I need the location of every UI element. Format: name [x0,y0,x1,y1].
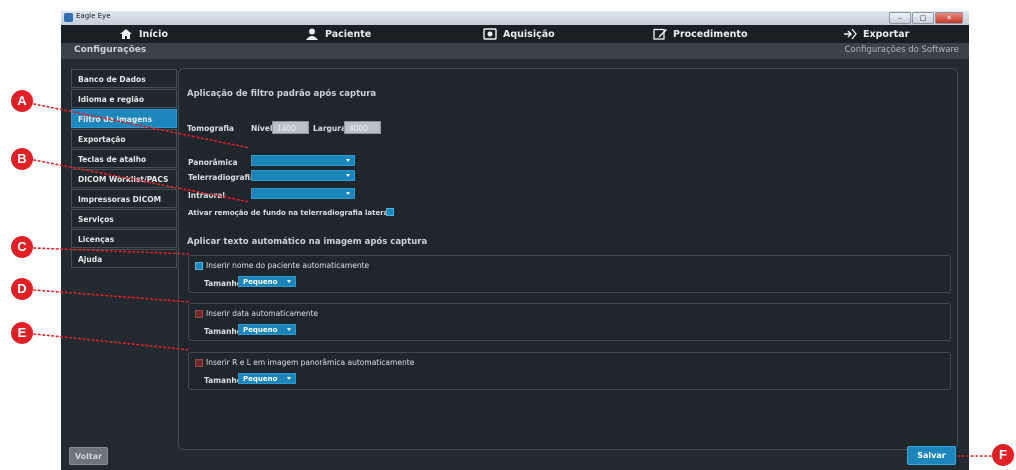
background-removal-label: Ativar remoção de fundo na telerradiogra… [188,209,391,217]
callout-a: A [11,90,33,112]
home-icon [120,29,132,39]
nivel-label: Nível [251,124,273,133]
intraoral-dropdown[interactable] [251,188,355,199]
sidebar-item-exportacao[interactable]: Exportação [71,129,177,148]
settings-panel: Aplicação de filtro padrão após captura … [178,68,958,450]
rl-marker-checkbox[interactable] [195,359,203,367]
camera-icon [483,28,497,40]
date-checkbox[interactable] [195,310,203,318]
patient-name-checkbox-label: Inserir nome do paciente automaticamente [206,261,370,270]
size-label: Tamanho [204,327,242,336]
nav-inicio-label: Início [139,28,168,40]
sidebar-item-licencas[interactable]: Licenças [71,229,177,248]
rl-marker-group: Inserir R e L em imagem panorâmica autom… [188,352,951,390]
largura-input[interactable]: 4000 [344,121,381,134]
sidebar-item-impressoras-dicom[interactable]: Impressoras DICOM [71,189,177,208]
nav-procedimento[interactable]: Procedimento [653,25,747,43]
panoramica-label: Panorâmica [188,158,238,167]
nav-paciente[interactable]: Paciente [305,25,371,43]
size-dropdown-value: Pequeno [243,278,278,286]
nav-aquisicao-label: Aquisição [503,28,555,40]
callout-c: C [11,236,33,258]
app-window: Eagle Eye – □ ✕ Início Paciente Aquisiçã… [61,11,969,470]
sidebar-item-dicom-worklist[interactable]: DICOM Worklist/PACS [71,169,177,188]
minimize-icon[interactable]: – [889,12,911,24]
sidebar-item-servicos[interactable]: Serviços [71,209,177,228]
back-button[interactable]: Voltar [69,447,108,465]
export-icon [844,28,857,40]
date-checkbox-label: Inserir data automaticamente [206,309,319,318]
breadcrumb: Configurações do Software [844,45,959,55]
nav-procedimento-label: Procedimento [673,28,748,40]
nivel-input[interactable]: 1400 [272,121,309,134]
app-icon [64,13,73,22]
size-dropdown[interactable]: Pequeno [238,373,296,384]
chevron-down-icon [287,280,291,283]
sub-header: Configurações Configurações do Software [61,43,969,59]
edit-icon [653,28,667,40]
chevron-down-icon [346,192,350,195]
date-group: Inserir data automaticamente Tamanho Peq… [188,303,951,341]
telerradiografia-label: Telerradiografia [188,173,256,182]
background-removal-checkbox[interactable] [386,208,394,216]
nav-exportar-label: Exportar [863,28,910,40]
callout-f: F [992,444,1014,466]
sidebar-item-banco-de-dados[interactable]: Banco de Dados [71,69,177,88]
largura-label: Largura [313,124,347,133]
save-button[interactable]: Salvar [907,446,956,465]
chevron-down-icon [346,159,350,162]
patient-name-group: Inserir nome do paciente automaticamente… [188,255,951,293]
main-nav: Início Paciente Aquisição Procedimento E… [61,25,969,43]
tomografia-label: Tomografia [187,124,234,133]
chevron-down-icon [287,377,291,380]
chevron-down-icon [287,328,291,331]
window-controls: – □ ✕ [889,12,963,24]
close-icon[interactable]: ✕ [935,12,963,24]
page-title: Configurações [74,45,147,55]
nav-aquisicao[interactable]: Aquisição [483,25,555,43]
callout-e: E [11,322,33,344]
filter-section-title: Aplicação de filtro padrão após captura [187,89,377,99]
window-title: Eagle Eye [76,12,111,20]
callout-b: B [11,148,33,170]
panoramica-dropdown[interactable] [251,155,355,166]
maximize-icon[interactable]: □ [912,12,934,24]
nav-exportar[interactable]: Exportar [843,25,909,43]
nav-inicio[interactable]: Início [119,25,168,43]
size-dropdown-value: Pequeno [243,326,278,334]
chevron-down-icon [346,174,350,177]
user-icon [306,28,318,40]
size-dropdown[interactable]: Pequeno [238,324,296,335]
telerradiografia-dropdown[interactable] [251,170,355,181]
rl-marker-checkbox-label: Inserir R e L em imagem panorâmica autom… [206,358,415,367]
patient-name-checkbox[interactable] [195,262,203,270]
size-dropdown[interactable]: Pequeno [238,276,296,287]
auto-text-section-title: Aplicar texto automático na imagem após … [187,237,428,247]
sidebar-item-idioma[interactable]: Idioma e região [71,89,177,108]
settings-sidebar: Banco de Dados Idioma e região Filtro de… [71,69,177,269]
nav-paciente-label: Paciente [325,28,372,40]
size-label: Tamanho [204,376,242,385]
size-dropdown-value: Pequeno [243,375,278,383]
size-label: Tamanho [204,279,242,288]
sidebar-item-ajuda[interactable]: Ajuda [71,249,177,268]
sidebar-item-filtro-de-imagens[interactable]: Filtro de imagens [71,109,177,128]
intraoral-label: Intraoral [188,191,225,200]
callout-d: D [11,278,33,300]
sidebar-item-teclas-de-atalho[interactable]: Teclas de atalho [71,149,177,168]
title-bar: Eagle Eye – □ ✕ [61,11,969,25]
